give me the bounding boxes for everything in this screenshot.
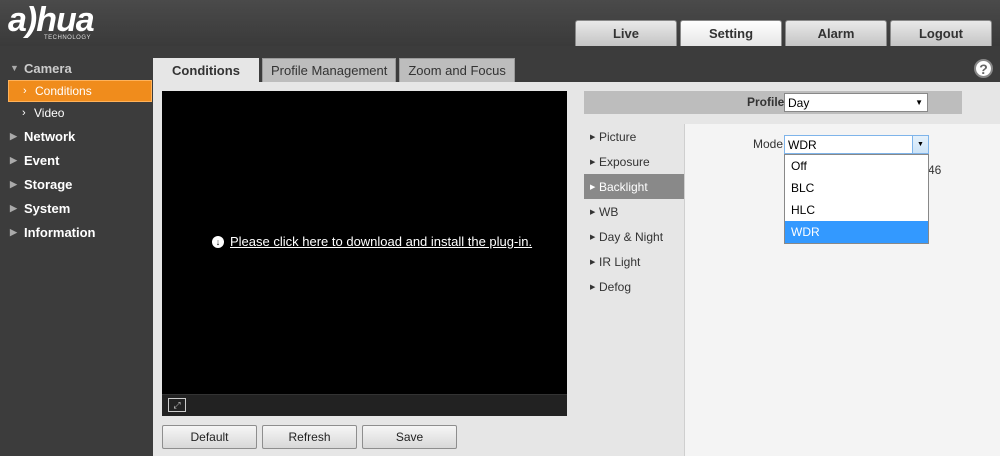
partial-value-text: 46 (928, 163, 942, 177)
plugin-download-link[interactable]: ↓ Please click here to download and inst… (212, 234, 532, 249)
sidebar-group-camera[interactable]: ▼ Camera (0, 56, 153, 80)
sidebar-item-label: Video (34, 106, 65, 120)
triangle-right-icon: ▶ (10, 130, 17, 141)
menu-item-backlight[interactable]: ▶ Backlight (584, 174, 684, 199)
sidebar-group-event[interactable]: ▶ Event (0, 148, 153, 172)
menu-item-label: Day & Night (599, 229, 664, 244)
profile-select[interactable]: Day ▼ (784, 93, 928, 112)
triangle-right-icon: ▶ (590, 208, 596, 216)
fullscreen-icon[interactable]: ⤢ (168, 398, 186, 412)
top-header: a)hua TECHNOLOGY Live Setting Alarm Logo… (0, 0, 1000, 46)
top-nav: Live Setting Alarm Logout (575, 20, 992, 46)
menu-item-day-night[interactable]: ▶ Day & Night (584, 224, 684, 249)
menu-item-label: Picture (599, 129, 637, 144)
triangle-right-icon: ▶ (590, 283, 596, 291)
mode-option-off[interactable]: Off (785, 155, 928, 177)
sidebar-group-network[interactable]: ▶ Network (0, 124, 153, 148)
menu-item-label: WB (599, 204, 619, 219)
download-icon: ↓ (212, 235, 224, 248)
video-preview: ↓ Please click here to download and inst… (162, 91, 567, 416)
profile-label: Profile (747, 95, 785, 109)
profile-bar: Profile Day ▼ (584, 91, 962, 114)
mode-select[interactable]: WDR ▼ (784, 135, 929, 154)
triangle-right-icon: ▶ (590, 158, 596, 166)
triangle-right-icon: ▶ (590, 183, 596, 191)
sub-tabs: Conditions Profile Management Zoom and F… (153, 58, 515, 82)
plugin-link-text[interactable]: Please click here to download and instal… (230, 234, 532, 249)
sidebar-group-label: Information (24, 224, 96, 240)
sidebar-group-storage[interactable]: ▶ Storage (0, 172, 153, 196)
logo-text: a)hua (8, 1, 95, 39)
triangle-right-icon: ▶ (10, 226, 17, 237)
save-button[interactable]: Save (362, 425, 457, 449)
sidebar-item-video[interactable]: › Video (0, 102, 153, 124)
menu-item-wb[interactable]: ▶ WB (584, 199, 684, 224)
menu-item-label: Backlight (599, 179, 648, 194)
menu-item-exposure[interactable]: ▶ Exposure (584, 149, 684, 174)
mode-option-wdr[interactable]: WDR (785, 221, 928, 243)
logo-subtext: TECHNOLOGY (44, 35, 92, 41)
menu-item-ir-light[interactable]: ▶ IR Light (584, 249, 684, 274)
sidebar-group-information[interactable]: ▶ Information (0, 220, 153, 244)
mode-label: Mode (753, 137, 784, 151)
sidebar-group-label: Event (24, 152, 60, 168)
triangle-right-icon: ▶ (10, 202, 17, 213)
tab-zoom-and-focus[interactable]: Zoom and Focus (399, 58, 515, 82)
sidebar-group-label: Camera (24, 60, 72, 76)
menu-item-picture[interactable]: ▶ Picture (584, 124, 684, 149)
triangle-right-icon: ▶ (590, 258, 596, 266)
triangle-right-icon: ▶ (590, 133, 596, 141)
mode-option-hlc[interactable]: HLC (785, 199, 928, 221)
mode-select-value: WDR (788, 137, 817, 152)
chevron-down-icon[interactable]: ▼ (912, 136, 928, 153)
triangle-right-icon: ▶ (10, 154, 17, 165)
tab-alarm[interactable]: Alarm (785, 20, 887, 46)
sidebar-item-conditions[interactable]: › Conditions (8, 80, 152, 102)
menu-item-label: Exposure (599, 154, 650, 169)
triangle-right-icon: ▶ (10, 178, 17, 189)
triangle-down-icon: ▼ (10, 63, 19, 73)
video-toolbar: ⤢ (162, 394, 567, 416)
profile-select-value: Day (788, 95, 810, 110)
menu-item-label: IR Light (599, 254, 641, 269)
tab-conditions[interactable]: Conditions (153, 58, 259, 82)
default-button[interactable]: Default (162, 425, 257, 449)
triangle-right-icon: ▶ (590, 233, 596, 241)
sidebar-group-label: Storage (24, 176, 73, 192)
chevron-right-icon: › (23, 85, 27, 97)
sidebar-group-system[interactable]: ▶ System (0, 196, 153, 220)
tab-profile-management[interactable]: Profile Management (262, 58, 397, 82)
tab-live[interactable]: Live (575, 20, 677, 46)
chevron-right-icon: › (22, 107, 26, 119)
sidebar-group-label: Network (24, 128, 76, 144)
mode-dropdown-list: Off BLC HLC WDR (784, 154, 929, 244)
tab-logout[interactable]: Logout (890, 20, 992, 46)
menu-item-defog[interactable]: ▶ Defog (584, 274, 684, 299)
sidebar-group-label: System (24, 200, 71, 216)
conditions-menu: ▶ Picture ▶ Exposure ▶ Backlight ▶ WB ▶ Day &… (584, 124, 684, 299)
sidebar: ▼ Camera › Conditions › Video ▶ Network … (0, 56, 153, 244)
chevron-down-icon: ▼ (915, 98, 923, 107)
menu-item-label: Defog (599, 279, 632, 294)
sidebar-item-label: Conditions (35, 84, 92, 98)
refresh-button[interactable]: Refresh (262, 425, 357, 449)
tab-setting[interactable]: Setting (680, 20, 782, 46)
help-icon[interactable]: ? (974, 59, 993, 78)
mode-option-blc[interactable]: BLC (785, 177, 928, 199)
action-buttons: Default Refresh Save (162, 425, 457, 449)
dahua-logo: a)hua TECHNOLOGY (8, 1, 95, 41)
